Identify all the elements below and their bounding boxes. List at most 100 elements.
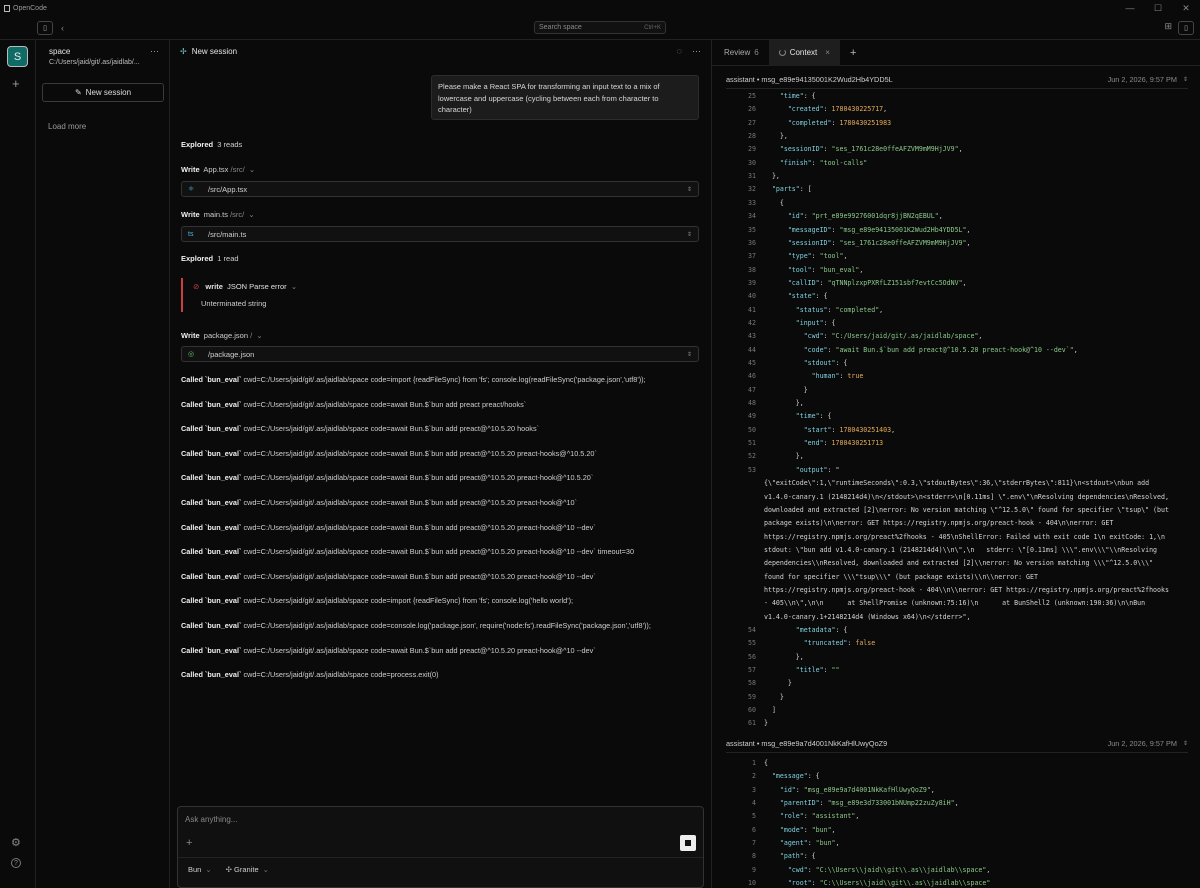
load-more-link[interactable]: Load more [48,122,86,131]
code-line: "path": { [779,852,816,861]
write-step-app[interactable]: Write App.tsx /src/ ⌄ [181,165,255,174]
code-line: "created": 1780430225717, [787,105,888,114]
agent-select[interactable]: Bun ⌄ [188,865,212,874]
line-number: 30 [748,158,756,167]
error-step[interactable]: ⊘ write JSON Parse error ⌄ Unterminated … [181,278,311,312]
minimize-button[interactable]: — [1116,0,1144,16]
search-input[interactable]: Search space Ctrl+K [534,21,666,34]
stop-button[interactable] [680,835,696,851]
tool-call-args: cwd=C:/Users/jaid/git/.as/jaidlab/space … [241,596,574,606]
model-select[interactable]: ✣ Granite ⌄ [226,865,269,874]
back-arrow-icon[interactable]: ‹ [61,23,64,33]
message-id: msg_e89e9a7d4001NkKafHlUwyQoZ9 [761,739,888,748]
tool-call-label: Called `bun_eval` [181,547,242,557]
file-preview-app[interactable]: ⚛ /src/App.tsx ⇕ [181,181,699,197]
tab-review[interactable]: Review 6 [714,40,769,66]
tool-call-row[interactable]: Called `bun_eval` cwd=C:/Users/jaid/git/… [181,400,526,409]
code-line: https://registry.npmjs.org/preact%2fhook… [764,532,1165,541]
code-line: { [764,198,784,207]
message-id: msg_e89e94135001K2Wud2Hb4YDD5L [761,75,893,84]
sidebar-icon: ▯ [43,24,47,32]
tool-call-args: cwd=C:/Users/jaid/git/.as/jaidlab/space … [241,645,596,655]
file-preview-main[interactable]: ts /src/main.ts ⇕ [181,226,699,242]
line-number: 45 [748,359,756,367]
file-preview-package[interactable]: ◎ /package.json ⇕ [181,346,699,362]
tool-call-row[interactable]: Called `bun_eval` cwd=C:/Users/jaid/git/… [181,572,596,581]
file-path: /package.json [208,349,255,359]
line-number: 1 [752,759,756,767]
add-tab-button[interactable]: + [840,40,866,66]
context-panel: Review 6 Context × + assistant • msg_e89… [712,39,1200,888]
prompt-input[interactable]: Ask anything... [185,815,237,824]
tool-call-row[interactable]: Called `bun_eval` cwd=C:/Users/jaid/git/… [181,523,596,532]
line-number: 57 [748,666,756,675]
error-detail: Unterminated string [201,299,267,308]
tool-call-row[interactable]: Called `bun_eval` cwd=C:/Users/jaid/git/… [181,621,651,630]
tool-call-row[interactable]: Called `bun_eval` cwd=C:/Users/jaid/git/… [181,473,593,482]
attach-icon[interactable]: + [186,837,192,849]
tool-call-row[interactable]: Called `bun_eval` cwd=C:/Users/jaid/git/… [181,596,573,605]
explored-label: Explored [181,254,214,263]
workspace-avatar[interactable]: S [7,46,28,67]
code-line: "sessionID": "ses_1761c28e0ffeAFZVM9mM9H… [779,145,963,154]
toggle-sidebar-button[interactable]: ▯ [37,20,53,35]
tool-call-row[interactable]: Called `bun_eval` cwd=C:/Users/jaid/git/… [181,646,596,655]
code-line: "id": "prt_e89e99276001dqr8jjBN2qEBUL", [787,212,943,221]
help-icon[interactable]: ? [11,858,21,868]
line-number: 4 [752,799,756,808]
line-number: 8 [752,852,756,861]
session-title: New session [191,47,238,56]
composer: Ask anything... + Bun ⌄ ✣ Granite ⌄ [177,806,704,888]
line-number: 27 [748,118,756,127]
tool-call-args: cwd=C:/Users/jaid/git/.as/jaidlab/space … [241,547,635,557]
line-number: 52 [748,452,756,461]
composer-controls: Bun ⌄ ✣ Granite ⌄ [188,865,269,874]
tool-call-label: Called `bun_eval` [181,375,242,384]
edit-icon: ✎ [74,88,82,97]
gear-icon[interactable]: ⚙ [11,836,21,849]
maximize-button[interactable]: ☐ [1144,0,1172,16]
line-number: 7 [752,839,756,848]
toggle-panel-button[interactable]: ▯ [1178,21,1194,35]
explored-summary[interactable]: Explored 3 reads [181,140,242,149]
tool-call-row[interactable]: Called `bun_eval` cwd=C:/Users/jaid/git/… [181,547,634,556]
app-logo-icon [4,4,10,12]
app-name: OpenCode [13,4,47,12]
line-number: 53 [748,465,756,474]
code-line: found for specifier \\\"tsup\\\" (but pa… [764,572,1038,581]
message-header-2[interactable]: assistant • msg_e89e9a7d4001NkKafHlUwyQo… [726,735,1188,753]
add-workspace-icon[interactable]: + [12,76,20,91]
explored-summary-2[interactable]: Explored 1 read [181,254,239,263]
model-icon: ✣ [225,865,235,874]
explored-count: 1 read [217,254,239,263]
session-more-icon[interactable]: ··· [692,46,701,56]
line-number: 44 [748,345,756,354]
write-step-main[interactable]: Write main.ts /src/ ⌄ [181,210,255,219]
write-step-package[interactable]: Write package.json / ⌄ [181,331,263,340]
write-file: App.tsx [203,165,229,174]
tool-call-args: cwd=C:/Users/jaid/git/.as/jaidlab/space … [241,473,594,483]
line-number: 40 [748,292,756,301]
tool-call-row[interactable]: Called `bun_eval` cwd=C:/Users/jaid/git/… [181,424,539,433]
new-session-button[interactable]: ✎ New session [42,83,164,102]
line-number: 39 [748,278,756,287]
tool-call-row[interactable]: Called `bun_eval` cwd=C:/Users/jaid/git/… [181,449,597,458]
write-file: package.json [203,331,248,340]
line-number: 41 [748,305,756,314]
close-tab-icon[interactable]: × [825,48,830,57]
line-number: 43 [748,332,756,341]
close-window-button[interactable]: ✕ [1172,0,1200,16]
code-line: "message": { [771,772,820,781]
user-message: Please make a React SPA for transforming… [431,75,699,120]
error-icon: ⊘ [193,282,200,291]
tool-call-row[interactable]: Called `bun_eval` cwd=C:/Users/jaid/git/… [181,375,646,384]
more-options-icon[interactable]: ··· [150,46,159,56]
code-line: } [764,385,808,394]
tool-call-row[interactable]: Called `bun_eval` cwd=C:/Users/jaid/git/… [181,670,439,679]
message-header-1[interactable]: assistant • msg_e89e94135001K2Wud2Hb4YDD… [726,71,1188,89]
layout-icon[interactable]: ⊞ [1164,21,1172,32]
tool-call-row[interactable]: Called `bun_eval` cwd=C:/Users/jaid/git/… [181,498,577,507]
tab-context[interactable]: Context × [768,39,840,66]
line-number: 33 [748,198,756,207]
code-line: { [764,759,768,767]
